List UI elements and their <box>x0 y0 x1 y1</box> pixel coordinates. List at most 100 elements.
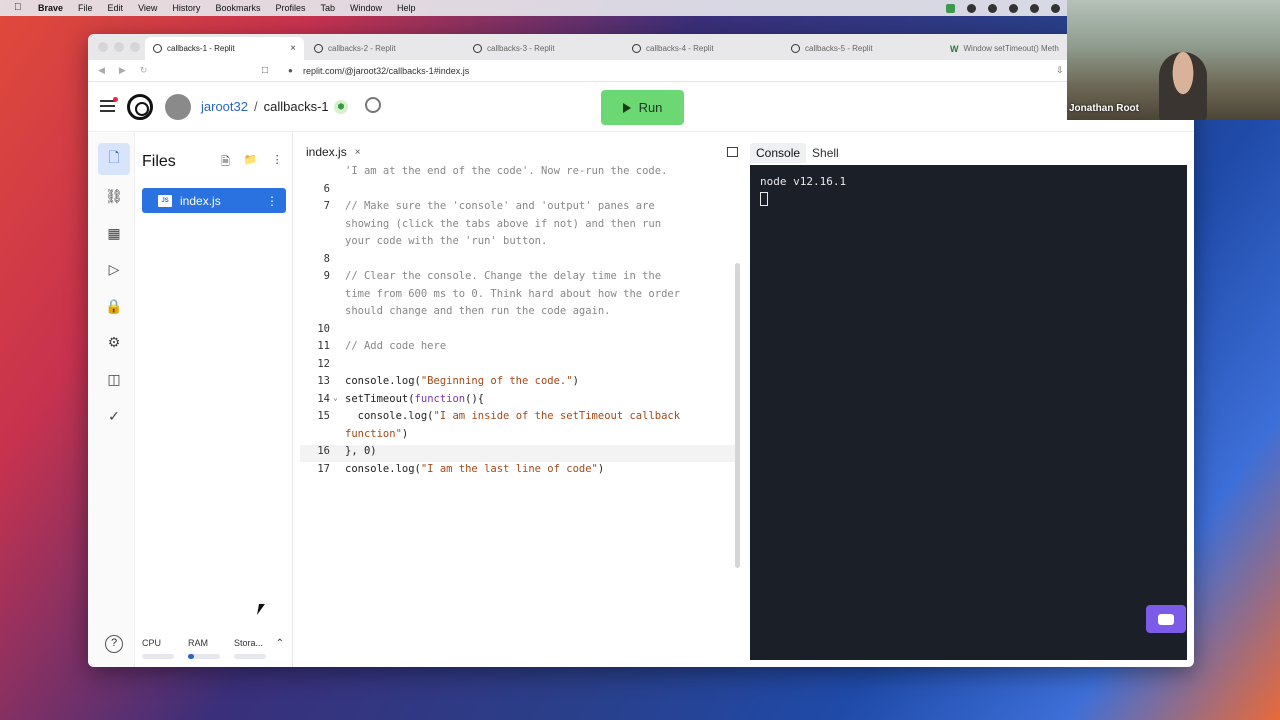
fold-chevron-icon[interactable]: ⌄ <box>333 393 338 402</box>
editor-tab-index-js[interactable]: index.js × <box>306 145 361 159</box>
code-line[interactable]: 12 <box>300 358 740 375</box>
scrollbar[interactable] <box>735 263 740 568</box>
packages-icon[interactable]: ▦ <box>98 217 130 249</box>
file-item-index-js[interactable]: JS index.js ⋮ <box>142 188 286 213</box>
new-folder-icon[interactable]: 📁 <box>244 153 258 172</box>
code-line[interactable]: 7 // Make sure the 'console' and 'output'… <box>300 200 740 217</box>
back-icon[interactable]: ◀ <box>98 65 105 76</box>
close-tab-icon[interactable]: × <box>290 43 296 54</box>
line-text: your code with the 'run' button. <box>345 235 548 247</box>
browser-tab-3[interactable]: callbacks-3 - Replit <box>465 37 563 60</box>
browser-tab-4[interactable]: callbacks-4 - Replit <box>624 37 722 60</box>
code-line[interactable]: should change and then run the code agai… <box>300 305 740 322</box>
menu-edit[interactable]: Edit <box>108 3 124 13</box>
menu-icon[interactable] <box>100 97 118 115</box>
history-icon[interactable] <box>365 97 381 113</box>
reload-icon[interactable]: ↻ <box>140 65 148 76</box>
cpu-bar <box>142 654 174 659</box>
zoom-window-button[interactable] <box>130 42 140 52</box>
minimize-window-button[interactable] <box>114 42 124 52</box>
menu-profiles[interactable]: Profiles <box>275 3 305 13</box>
console-output[interactable]: node v12.16.1 <box>750 165 1187 660</box>
line-text: // Add code here <box>345 340 447 352</box>
terminal-cursor <box>760 192 768 206</box>
more-options-icon[interactable]: ⋮ <box>272 153 283 172</box>
menu-view[interactable]: View <box>138 3 157 13</box>
tab-label: callbacks-5 - Replit <box>805 44 873 53</box>
close-tab-icon[interactable]: × <box>355 147 361 158</box>
breadcrumb: jaroot32 / callbacks-1 <box>201 99 329 114</box>
replit-favicon-icon <box>632 44 641 53</box>
tab-console[interactable]: Console <box>750 143 807 163</box>
status-icon[interactable] <box>1009 3 1018 13</box>
browser-tab-2[interactable]: callbacks-2 - Replit <box>306 37 404 60</box>
breadcrumb-user[interactable]: jaroot32 <box>201 99 248 114</box>
chat-button[interactable] <box>1146 605 1186 633</box>
line-number: 14 <box>317 392 330 405</box>
bluetooth-icon[interactable] <box>1051 3 1060 13</box>
file-options-icon[interactable]: ⋮ <box>266 194 278 208</box>
code-line[interactable]: 9 // Clear the console. Change the delay … <box>300 270 740 287</box>
code-line[interactable]: function") <box>300 428 740 445</box>
code-line[interactable]: your code with the 'run' button. <box>300 235 740 252</box>
code-line[interactable]: 14 ⌄ setTimeout(function(){ <box>300 393 740 410</box>
debugger-icon[interactable]: ▷ <box>98 253 130 285</box>
code-line[interactable]: showing (click the tabs above if not) an… <box>300 218 740 235</box>
apple-icon[interactable]:  <box>14 3 24 13</box>
layout-icon[interactable] <box>727 147 738 157</box>
line-text: console.log("I am inside of the setTimeo… <box>345 410 681 422</box>
files-panel: Files 🗎 📁 ⋮ JS index.js ⋮ CPU RAM Stora.… <box>135 133 293 667</box>
secrets-lock-icon[interactable]: 🔒 <box>98 290 130 322</box>
status-app-icon[interactable] <box>946 3 955 13</box>
browser-tab-6[interactable]: W Window setTimeout() Meth <box>942 37 1067 60</box>
database-icon[interactable]: ◫ <box>98 363 130 395</box>
files-icon[interactable]: 🗋 <box>98 143 130 175</box>
files-actions: 🗎 📁 ⋮ <box>221 153 283 172</box>
status-icon[interactable] <box>1030 3 1039 13</box>
avatar[interactable] <box>165 94 191 120</box>
install-icon[interactable]: ⇩ <box>1056 65 1064 76</box>
code-line[interactable]: 16}, 0) <box>300 445 740 462</box>
forward-icon[interactable]: ▶ <box>119 65 126 76</box>
url-field[interactable]: replit.com/@jaroot32/callbacks-1#index.j… <box>303 66 469 76</box>
menu-brave[interactable]: Brave <box>38 3 63 13</box>
w3schools-favicon-icon: W <box>950 43 959 54</box>
bookmark-icon[interactable]: □ <box>262 65 268 76</box>
code-line[interactable]: 11 // Add code here <box>300 340 740 357</box>
new-file-icon[interactable]: 🗎 <box>221 153 230 172</box>
tab-shell[interactable]: Shell <box>806 143 845 163</box>
checkmark-icon[interactable]: ✓ <box>98 400 130 432</box>
settings-gear-icon[interactable]: ⚙ <box>98 326 130 358</box>
close-window-button[interactable] <box>98 42 108 52</box>
stat-storage[interactable]: Stora... <box>234 638 266 659</box>
chevron-up-icon[interactable]: ⌃ <box>276 638 284 649</box>
code-line[interactable]: 8 <box>300 253 740 270</box>
code-line[interactable]: 10 <box>300 323 740 340</box>
tab-label: callbacks-3 - Replit <box>487 44 555 53</box>
code-line[interactable]: 'I am at the end of the code'. Now re-ru… <box>300 165 740 182</box>
menu-help[interactable]: Help <box>397 3 416 13</box>
browser-tab-5[interactable]: callbacks-5 - Replit <box>783 37 881 60</box>
code-line[interactable]: 13 console.log("Beginning of the code.") <box>300 375 740 392</box>
run-button[interactable]: Run <box>601 90 684 125</box>
code-line[interactable]: time from 600 ms to 0. Think hard about … <box>300 288 740 305</box>
menu-history[interactable]: History <box>172 3 200 13</box>
stat-cpu[interactable]: CPU <box>142 638 174 659</box>
status-icon[interactable] <box>967 3 976 13</box>
menu-bookmarks[interactable]: Bookmarks <box>215 3 260 13</box>
browser-tab-1[interactable]: callbacks-1 - Replit × <box>145 37 304 60</box>
menu-tab[interactable]: Tab <box>320 3 335 13</box>
menu-window[interactable]: Window <box>350 3 382 13</box>
stat-ram[interactable]: RAM <box>188 638 220 659</box>
breadcrumb-project[interactable]: callbacks-1 <box>264 99 329 114</box>
status-icon[interactable] <box>988 3 997 13</box>
line-text: showing (click the tabs above if not) an… <box>345 217 662 230</box>
replit-logo-icon[interactable] <box>127 94 153 120</box>
code-line[interactable]: 15 console.log("I am inside of the setTi… <box>300 410 740 427</box>
line-number: 16 <box>317 445 330 457</box>
code-line[interactable]: 17 console.log("I am the last line of cod… <box>300 463 740 480</box>
menu-file[interactable]: File <box>78 3 93 13</box>
version-control-icon[interactable]: ⛓ <box>98 180 130 212</box>
code-line[interactable]: 6 <box>300 183 740 200</box>
help-icon[interactable]: ? <box>105 635 123 653</box>
